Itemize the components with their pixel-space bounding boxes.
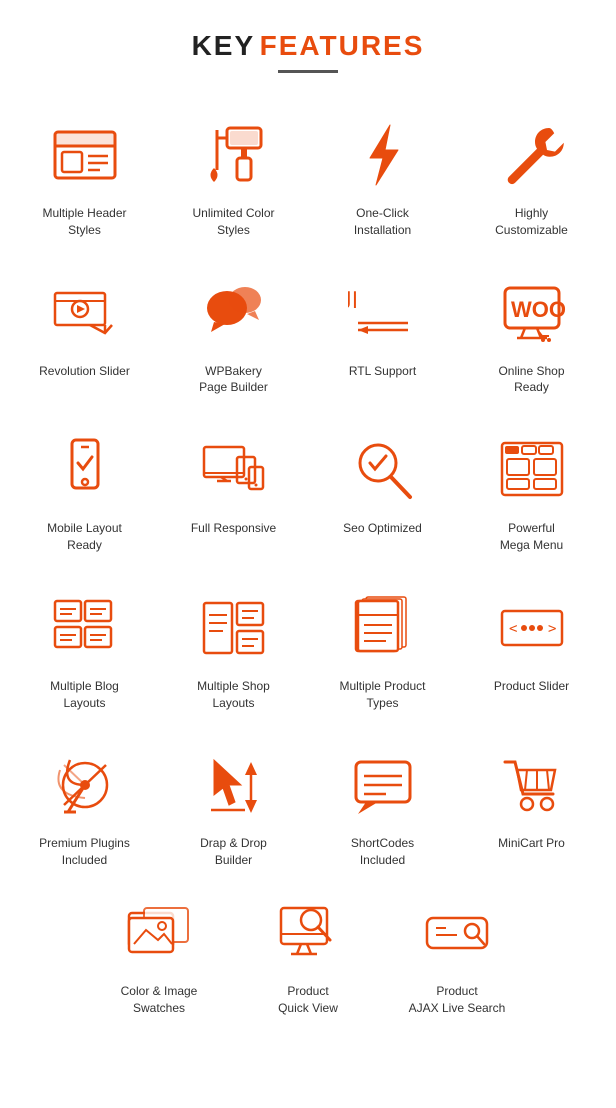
- rtl-support-label: RTL Support: [349, 363, 416, 380]
- features-grid: Multiple HeaderStyles Unlimited ColorSty…: [10, 103, 606, 881]
- drag-drop-icon: [194, 745, 274, 825]
- svg-text:>: >: [548, 621, 556, 637]
- mobile-layout-ready-icon: [45, 430, 125, 510]
- feature-item-minicart-pro: MiniCart Pro: [457, 733, 606, 881]
- feature-item-premium-plugins: Premium PluginsIncluded: [10, 733, 159, 881]
- product-slider-label: Product Slider: [494, 678, 569, 695]
- minicart-pro-label: MiniCart Pro: [498, 835, 565, 852]
- mobile-layout-ready-label: Mobile LayoutReady: [47, 520, 122, 554]
- feature-item-multiple-header-styles: Multiple HeaderStyles: [10, 103, 159, 251]
- features-text: FEATURES: [260, 30, 425, 61]
- one-click-installation-label: One-ClickInstallation: [354, 205, 411, 239]
- drag-drop-label: Drap & DropBuilder: [200, 835, 267, 869]
- page-container: KEY FEATURES Multiple HeaderStyles: [0, 0, 616, 1059]
- color-image-swatches-icon: [119, 893, 199, 973]
- full-responsive-label: Full Responsive: [191, 520, 276, 537]
- rtl-support-icon: العربية: [343, 273, 423, 353]
- product-ajax-search-label: ProductAJAX Live Search: [409, 983, 506, 1017]
- feature-item-product-quick-view: ProductQuick View: [234, 881, 383, 1029]
- feature-item-powerful-mega-menu: PowerfulMega Menu: [457, 418, 606, 566]
- online-shop-ready-label: Online ShopReady: [498, 363, 564, 397]
- seo-optimized-label: Seo Optimized: [343, 520, 422, 537]
- feature-item-color-image-swatches: Color & ImageSwatches: [85, 881, 234, 1029]
- svg-text:WOO: WOO: [511, 297, 566, 322]
- svg-text:العربية: العربية: [348, 288, 358, 314]
- key-text: KEY: [192, 30, 256, 61]
- feature-item-full-responsive: Full Responsive: [159, 418, 308, 566]
- feature-item-highly-customizable: HighlyCustomizable: [457, 103, 606, 251]
- powerful-mega-menu-label: PowerfulMega Menu: [500, 520, 563, 554]
- highly-customizable-icon: [492, 115, 572, 195]
- feature-item-one-click-installation: One-ClickInstallation: [308, 103, 457, 251]
- multiple-header-styles-label: Multiple HeaderStyles: [42, 205, 126, 239]
- feature-item-shortcodes: ShortCodesIncluded: [308, 733, 457, 881]
- premium-plugins-label: Premium PluginsIncluded: [39, 835, 130, 869]
- svg-text:<: <: [509, 621, 517, 637]
- unlimited-color-styles-icon: [194, 115, 274, 195]
- one-click-installation-icon: [343, 115, 423, 195]
- multiple-shop-layouts-label: Multiple ShopLayouts: [197, 678, 270, 712]
- feature-item-multiple-product-types: Multiple ProductTypes: [308, 576, 457, 724]
- revolution-slider-icon: [45, 273, 125, 353]
- features-grid-last: Color & ImageSwatches ProductQuick View: [10, 881, 606, 1029]
- revolution-slider-label: Revolution Slider: [39, 363, 130, 380]
- shortcodes-label: ShortCodesIncluded: [351, 835, 414, 869]
- feature-item-rtl-support: العربية RTL Support: [308, 261, 457, 409]
- feature-item-product-slider: < > Product Slider: [457, 576, 606, 724]
- feature-item-mobile-layout-ready: Mobile LayoutReady: [10, 418, 159, 566]
- feature-item-revolution-slider: Revolution Slider: [10, 261, 159, 409]
- multiple-header-styles-icon: [45, 115, 125, 195]
- minicart-pro-icon: [492, 745, 572, 825]
- wpbakery-label: WPBakeryPage Builder: [199, 363, 268, 397]
- full-responsive-icon: [194, 430, 274, 510]
- multiple-product-types-icon: [343, 588, 423, 668]
- multiple-blog-layouts-icon: [45, 588, 125, 668]
- feature-item-unlimited-color-styles: Unlimited ColorStyles: [159, 103, 308, 251]
- feature-item-multiple-shop-layouts: Multiple ShopLayouts: [159, 576, 308, 724]
- highly-customizable-label: HighlyCustomizable: [495, 205, 568, 239]
- multiple-blog-layouts-label: Multiple BlogLayouts: [50, 678, 119, 712]
- section-title: KEY FEATURES: [10, 30, 606, 62]
- multiple-shop-layouts-icon: [194, 588, 274, 668]
- multiple-product-types-label: Multiple ProductTypes: [339, 678, 425, 712]
- online-shop-ready-icon: WOO: [492, 273, 572, 353]
- product-ajax-search-icon: [417, 893, 497, 973]
- product-slider-icon: < >: [492, 588, 572, 668]
- unlimited-color-styles-label: Unlimited ColorStyles: [192, 205, 274, 239]
- feature-item-online-shop-ready: WOO Online ShopReady: [457, 261, 606, 409]
- feature-item-drag-drop: Drap & DropBuilder: [159, 733, 308, 881]
- title-underline: [278, 70, 338, 73]
- wpbakery-icon: [194, 273, 274, 353]
- feature-item-seo-optimized: Seo Optimized: [308, 418, 457, 566]
- feature-item-multiple-blog-layouts: Multiple BlogLayouts: [10, 576, 159, 724]
- shortcodes-icon: [343, 745, 423, 825]
- product-quick-view-icon: [268, 893, 348, 973]
- product-quick-view-label: ProductQuick View: [278, 983, 338, 1017]
- premium-plugins-icon: [45, 745, 125, 825]
- feature-item-product-ajax-search: ProductAJAX Live Search: [383, 881, 532, 1029]
- feature-item-wpbakery: WPBakeryPage Builder: [159, 261, 308, 409]
- color-image-swatches-label: Color & ImageSwatches: [121, 983, 198, 1017]
- powerful-mega-menu-icon: [492, 430, 572, 510]
- seo-optimized-icon: [343, 430, 423, 510]
